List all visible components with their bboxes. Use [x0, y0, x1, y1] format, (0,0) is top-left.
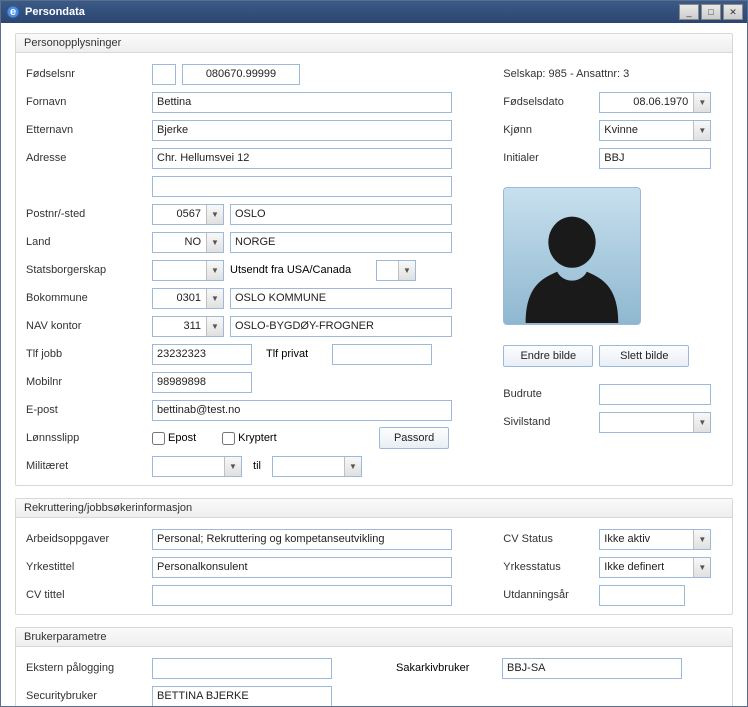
- etternavn-input[interactable]: [152, 120, 452, 141]
- photo-placeholder: [503, 187, 641, 325]
- militaeret-label: Militæret: [26, 460, 146, 472]
- section-header: Rekruttering/jobbsøkerinformasjon: [16, 499, 732, 518]
- bokommune-label: Bokommune: [26, 292, 146, 304]
- initialer-input[interactable]: [599, 148, 711, 169]
- section-header: Brukerparametre: [16, 628, 732, 647]
- yrkestittel-input[interactable]: [152, 557, 452, 578]
- statsborgerskap-select[interactable]: [152, 260, 224, 281]
- kjonn-label: Kjønn: [503, 124, 593, 136]
- fornavn-input[interactable]: [152, 92, 452, 113]
- epost-input[interactable]: [152, 400, 452, 421]
- section-brukerparametre: Brukerparametre Ekstern pålogging Securi…: [15, 627, 733, 706]
- epost-checkbox[interactable]: Epost: [152, 432, 196, 445]
- etternavn-label: Etternavn: [26, 124, 146, 136]
- land-name-input[interactable]: [230, 232, 452, 253]
- arbeidsoppgaver-label: Arbeidsoppgaver: [26, 533, 146, 545]
- mobil-label: Mobilnr: [26, 376, 146, 388]
- maximize-button[interactable]: □: [701, 4, 721, 20]
- utsendt-select[interactable]: [376, 260, 416, 281]
- utdanningsar-input[interactable]: [599, 585, 685, 606]
- epost-label: E-post: [26, 404, 146, 416]
- mobil-input[interactable]: [152, 372, 252, 393]
- utdanningsar-label: Utdanningsår: [503, 589, 593, 601]
- yrkestittel-label: Yrkestittel: [26, 561, 146, 573]
- section-rekruttering: Rekruttering/jobbsøkerinformasjon Arbeid…: [15, 498, 733, 615]
- bokommune-name-input[interactable]: [230, 288, 452, 309]
- utsendt-label: Utsendt fra USA/Canada: [230, 264, 370, 276]
- postnr-label: Postnr/-sted: [26, 208, 146, 220]
- kryptert-checkbox[interactable]: Kryptert: [222, 432, 277, 445]
- cvtittel-input[interactable]: [152, 585, 452, 606]
- slett-bilde-button[interactable]: Slett bilde: [599, 345, 689, 367]
- fornavn-label: Fornavn: [26, 96, 146, 108]
- security-input[interactable]: [152, 686, 332, 707]
- poststed-input[interactable]: [230, 204, 452, 225]
- sivilstand-select[interactable]: [599, 412, 711, 433]
- kjonn-select[interactable]: [599, 120, 711, 141]
- ekstern-input[interactable]: [152, 658, 332, 679]
- tlfjobb-input[interactable]: [152, 344, 252, 365]
- minimize-button[interactable]: _: [679, 4, 699, 20]
- section-header: Personopplysninger: [16, 34, 732, 53]
- tlfprivat-label: Tlf privat: [266, 348, 326, 360]
- section-personopplysninger: Personopplysninger Fødselsnr Fornavn Ett…: [15, 33, 733, 486]
- tlfprivat-input[interactable]: [332, 344, 432, 365]
- militaeret-fra-select[interactable]: [152, 456, 242, 477]
- budrute-input[interactable]: [599, 384, 711, 405]
- statsborgerskap-label: Statsborgerskap: [26, 264, 146, 276]
- sivilstand-label: Sivilstand: [503, 416, 593, 428]
- cvtittel-label: CV tittel: [26, 589, 146, 601]
- arbeidsoppgaver-input[interactable]: [152, 529, 452, 550]
- tlfjobb-label: Tlf jobb: [26, 348, 146, 360]
- land-label: Land: [26, 236, 146, 248]
- initialer-label: Initialer: [503, 152, 593, 164]
- adresse-input[interactable]: [152, 148, 452, 169]
- sakarkiv-label: Sakarkivbruker: [396, 662, 496, 674]
- sakarkiv-input[interactable]: [502, 658, 682, 679]
- nav-label: NAV kontor: [26, 320, 146, 332]
- land-select[interactable]: [152, 232, 224, 253]
- svg-text:e: e: [10, 6, 16, 18]
- militaeret-til-select[interactable]: [272, 456, 362, 477]
- adresse2-input[interactable]: [152, 176, 452, 197]
- budrute-label: Budrute: [503, 388, 593, 400]
- postnr-select[interactable]: [152, 204, 224, 225]
- passord-button[interactable]: Passord: [379, 427, 449, 449]
- nav-select[interactable]: [152, 316, 224, 337]
- window: e Persondata _ □ ✕ Personopplysninger Fø…: [0, 0, 748, 707]
- fodselsnr-prefix-input[interactable]: [152, 64, 176, 85]
- bokommune-select[interactable]: [152, 288, 224, 309]
- close-button[interactable]: ✕: [723, 4, 743, 20]
- selskap-ansatt-text: Selskap: 985 - Ansattnr: 3: [503, 68, 629, 80]
- titlebar: e Persondata _ □ ✕: [1, 1, 747, 23]
- fodselsdato-input[interactable]: [599, 92, 711, 113]
- nav-name-input[interactable]: [230, 316, 452, 337]
- fodselsnr-label: Fødselsnr: [26, 68, 146, 80]
- security-label: Securitybruker: [26, 690, 146, 702]
- content: Personopplysninger Fødselsnr Fornavn Ett…: [1, 23, 747, 706]
- endre-bilde-button[interactable]: Endre bilde: [503, 345, 593, 367]
- yrkesstatus-select[interactable]: [599, 557, 711, 578]
- fodselsdato-label: Fødselsdato: [503, 96, 593, 108]
- cvstatus-select[interactable]: [599, 529, 711, 550]
- adresse-label: Adresse: [26, 152, 146, 164]
- yrkesstatus-label: Yrkesstatus: [503, 561, 593, 573]
- lonnsslipp-label: Lønnsslipp: [26, 432, 146, 444]
- fodselsnr-input[interactable]: [182, 64, 300, 85]
- app-icon: e: [5, 4, 21, 20]
- window-title: Persondata: [25, 6, 679, 18]
- ekstern-label: Ekstern pålogging: [26, 662, 146, 674]
- til-label: til: [248, 460, 266, 472]
- cvstatus-label: CV Status: [503, 533, 593, 545]
